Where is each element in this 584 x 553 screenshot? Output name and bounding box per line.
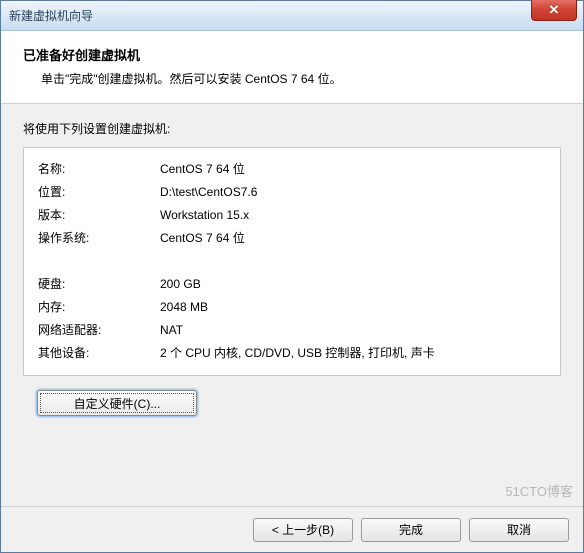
- value-version: Workstation 15.x: [160, 204, 546, 227]
- label-name: 名称:: [38, 158, 160, 181]
- value-other: 2 个 CPU 内核, CD/DVD, USB 控制器, 打印机, 声卡: [160, 342, 546, 365]
- label-os: 操作系统:: [38, 227, 160, 250]
- summary-row-name: 名称: CentOS 7 64 位: [38, 158, 546, 181]
- button-bar: < 上一步(B) 完成 取消: [1, 506, 583, 552]
- window-title: 新建虚拟机向导: [9, 7, 93, 24]
- value-network: NAT: [160, 319, 546, 342]
- titlebar: 新建虚拟机向导 ✕: [1, 1, 583, 31]
- close-icon: ✕: [549, 2, 560, 18]
- label-other: 其他设备:: [38, 342, 160, 365]
- cancel-button[interactable]: 取消: [469, 518, 569, 542]
- intro-text: 将使用下列设置创建虚拟机:: [23, 120, 561, 137]
- customize-hardware-button[interactable]: 自定义硬件(C)...: [37, 390, 197, 416]
- customize-row: 自定义硬件(C)...: [23, 390, 561, 416]
- summary-row-network: 网络适配器: NAT: [38, 319, 546, 342]
- value-location: D:\test\CentOS7.6: [160, 181, 546, 204]
- summary-row-location: 位置: D:\test\CentOS7.6: [38, 181, 546, 204]
- summary-row-disk: 硬盘: 200 GB: [38, 273, 546, 296]
- label-disk: 硬盘:: [38, 273, 160, 296]
- page-title: 已准备好创建虚拟机: [23, 45, 561, 64]
- summary-row-memory: 内存: 2048 MB: [38, 296, 546, 319]
- summary-gap: [38, 250, 546, 273]
- label-location: 位置:: [38, 181, 160, 204]
- finish-button[interactable]: 完成: [361, 518, 461, 542]
- back-button[interactable]: < 上一步(B): [253, 518, 353, 542]
- summary-row-other: 其他设备: 2 个 CPU 内核, CD/DVD, USB 控制器, 打印机, …: [38, 342, 546, 365]
- body-panel: 将使用下列设置创建虚拟机: 名称: CentOS 7 64 位 位置: D:\t…: [1, 104, 583, 506]
- summary-row-version: 版本: Workstation 15.x: [38, 204, 546, 227]
- wizard-window: 新建虚拟机向导 ✕ 已准备好创建虚拟机 单击"完成"创建虚拟机。然后可以安装 C…: [0, 0, 584, 553]
- label-memory: 内存:: [38, 296, 160, 319]
- page-subtitle: 单击"完成"创建虚拟机。然后可以安装 CentOS 7 64 位。: [23, 70, 561, 87]
- value-memory: 2048 MB: [160, 296, 546, 319]
- label-version: 版本:: [38, 204, 160, 227]
- header-panel: 已准备好创建虚拟机 单击"完成"创建虚拟机。然后可以安装 CentOS 7 64…: [1, 31, 583, 104]
- value-name: CentOS 7 64 位: [160, 158, 546, 181]
- value-disk: 200 GB: [160, 273, 546, 296]
- summary-row-os: 操作系统: CentOS 7 64 位: [38, 227, 546, 250]
- close-button[interactable]: ✕: [531, 0, 577, 21]
- value-os: CentOS 7 64 位: [160, 227, 546, 250]
- summary-box: 名称: CentOS 7 64 位 位置: D:\test\CentOS7.6 …: [23, 147, 561, 376]
- label-network: 网络适配器:: [38, 319, 160, 342]
